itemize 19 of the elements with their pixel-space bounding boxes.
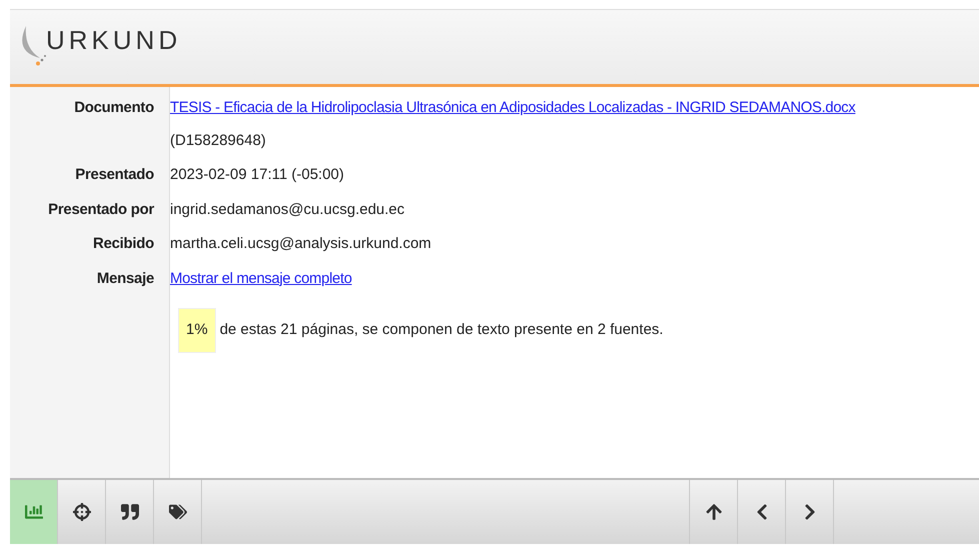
field-label: Documento (74, 99, 154, 116)
crosshair-icon (72, 503, 90, 521)
field-value: 2023-02-09 17:11 (-05:00) (170, 165, 344, 185)
summary-text: de estas 21 páginas, se componen de texto presente en 2 fuentes. (218, 320, 664, 340)
field-label: Presentado por (48, 200, 154, 218)
arrow-up-icon (704, 503, 722, 521)
percent-badge: 1% (178, 308, 216, 352)
field-value: martha.celi.ucsg@analysis.urkund.com (170, 234, 432, 254)
field-label: Mensaje (96, 270, 154, 286)
quote-icon (120, 503, 138, 521)
tags-icon (168, 503, 186, 521)
field-label: Presentado (75, 166, 154, 183)
field-value: ingrid.sedamanos@cu.ucsg.edu.ec (170, 200, 405, 220)
link[interactable]: TESIS - Eficacia de la Hidrolipoclasia Ultrasónica en Adiposidades Localizadas - INGRID SEDAMANOS.docx (170, 97, 856, 120)
field-label: Recibido (93, 235, 154, 252)
document-id: (D158289648) (170, 130, 267, 150)
link[interactable]: Mostrar el mensaje completo (170, 268, 352, 290)
logo-text: URKUND (46, 24, 182, 56)
bar-chart-icon (24, 503, 42, 521)
